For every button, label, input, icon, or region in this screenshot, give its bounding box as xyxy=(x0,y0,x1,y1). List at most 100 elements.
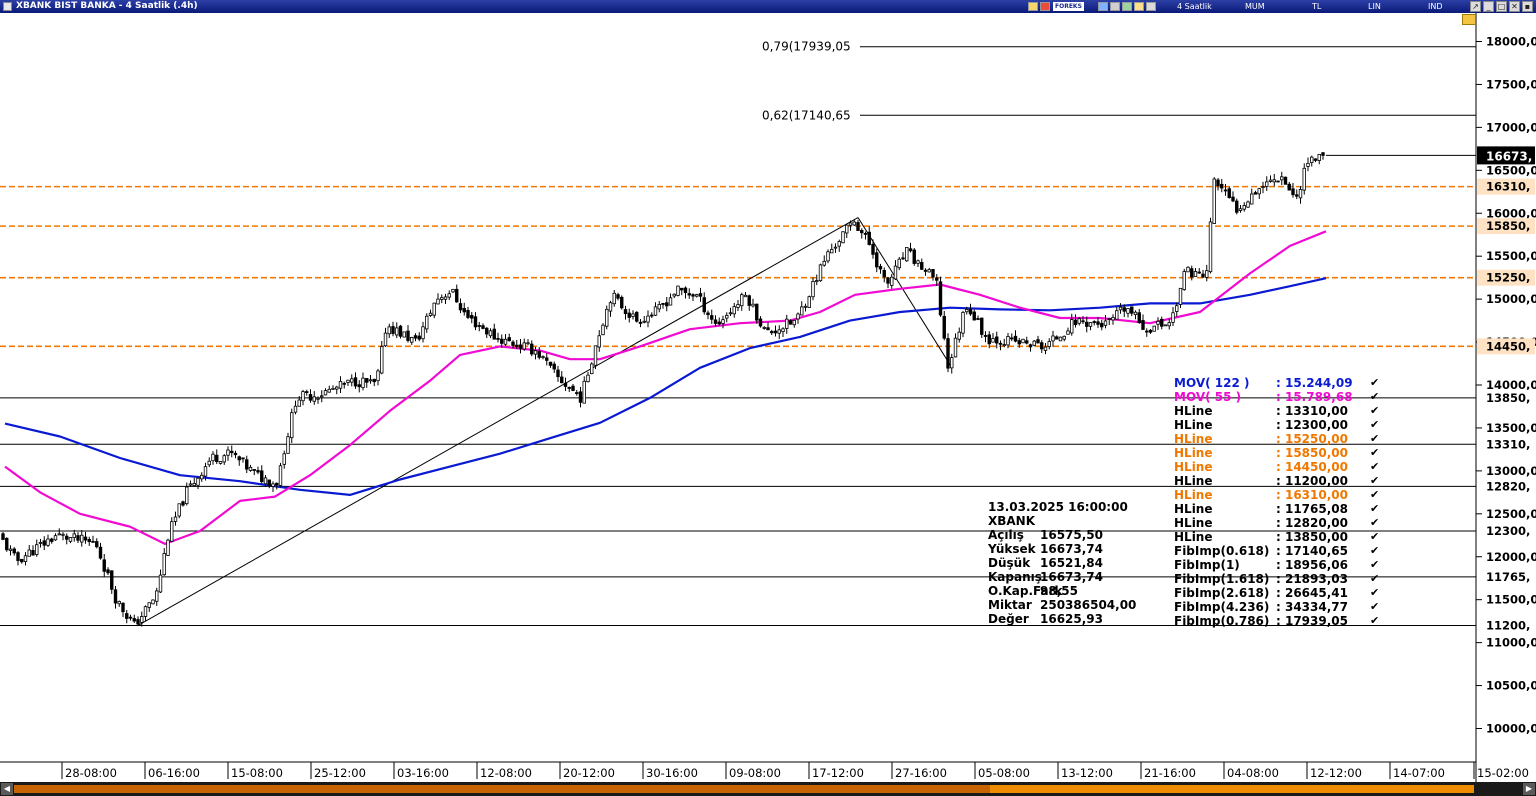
candle[interactable] xyxy=(676,285,680,297)
pin-icon[interactable]: ▪ xyxy=(1522,1,1533,12)
candle[interactable] xyxy=(402,331,406,338)
candle[interactable] xyxy=(1276,180,1280,183)
candle[interactable] xyxy=(151,599,155,605)
legend-row[interactable]: HLine: 11765,08 ✔ xyxy=(1174,502,1384,516)
legend-row[interactable]: FibImp(0.618): 17140,65 ✔ xyxy=(1174,544,1384,558)
x-tick-label: 09-08:00 xyxy=(729,766,781,780)
lock-icon[interactable] xyxy=(1462,14,1476,25)
candle[interactable] xyxy=(605,305,609,330)
candle[interactable] xyxy=(1152,325,1156,332)
open-icon[interactable] xyxy=(1028,2,1038,11)
legend-row[interactable]: HLine: 12820,00 ✔ xyxy=(1174,516,1384,530)
candle[interactable] xyxy=(590,362,594,375)
candle[interactable] xyxy=(1182,268,1186,291)
candle[interactable] xyxy=(1212,177,1216,224)
grid-icon[interactable] xyxy=(1098,2,1108,11)
visibility-check-icon[interactable]: ✔ xyxy=(1370,432,1379,446)
candle[interactable] xyxy=(841,231,845,244)
scroll-thumb[interactable] xyxy=(990,785,1474,793)
visibility-check-icon[interactable]: ✔ xyxy=(1370,530,1379,544)
legend-row[interactable]: MOV( 55 ): 15.789,68 ✔ xyxy=(1174,390,1384,404)
candle[interactable] xyxy=(961,310,965,338)
visibility-check-icon[interactable]: ✔ xyxy=(1370,460,1379,474)
close-icon[interactable]: ✕ xyxy=(1509,1,1520,12)
candle[interactable] xyxy=(1163,324,1168,327)
legend-row[interactable]: FibImp(1): 18956,06 ✔ xyxy=(1174,558,1384,572)
scroll-left-icon[interactable]: ◀ xyxy=(1,783,13,795)
visibility-check-icon[interactable]: ✔ xyxy=(1370,572,1379,586)
visibility-check-icon[interactable]: ✔ xyxy=(1370,474,1379,488)
period-selector[interactable]: 4 Saatlik xyxy=(1177,0,1212,13)
legend-row[interactable]: HLine: 13850,00 ✔ xyxy=(1174,530,1384,544)
print-icon[interactable] xyxy=(1110,2,1120,11)
candle[interactable] xyxy=(1021,338,1025,344)
scale-mode-selector[interactable]: LIN xyxy=(1368,0,1381,13)
legend-row[interactable]: HLine: 11200,00 ✔ xyxy=(1174,474,1384,488)
candle[interactable] xyxy=(1235,198,1239,215)
horizontal-scrollbar[interactable]: ◀ ▶ xyxy=(0,782,1536,796)
candle[interactable] xyxy=(166,538,170,556)
currency-selector[interactable]: TL xyxy=(1312,0,1321,13)
candle[interactable] xyxy=(1302,163,1306,195)
legend-value: : 26645,41 xyxy=(1276,586,1348,600)
candle[interactable] xyxy=(1186,266,1190,273)
visibility-check-icon[interactable]: ✔ xyxy=(1370,586,1379,600)
candle[interactable] xyxy=(826,249,830,264)
search-icon[interactable] xyxy=(1146,2,1156,11)
legend-row[interactable]: FibImp(4.236): 34334,77 ✔ xyxy=(1174,600,1384,614)
visibility-check-icon[interactable]: ✔ xyxy=(1370,390,1379,404)
maximize-icon[interactable]: □ xyxy=(1496,1,1507,12)
candle[interactable] xyxy=(601,323,605,336)
visibility-check-icon[interactable]: ✔ xyxy=(1370,488,1379,502)
candle[interactable] xyxy=(818,263,823,282)
visibility-check-icon[interactable]: ✔ xyxy=(1370,516,1379,530)
legend-row[interactable]: HLine: 12300,00 ✔ xyxy=(1174,418,1384,432)
indicator-menu[interactable]: IND xyxy=(1428,0,1443,13)
visibility-check-icon[interactable]: ✔ xyxy=(1370,376,1379,390)
visibility-check-icon[interactable]: ✔ xyxy=(1370,404,1379,418)
minimize-icon[interactable]: _ xyxy=(1483,1,1494,12)
candle-mode-selector[interactable]: MUM xyxy=(1245,0,1265,13)
legend-row[interactable]: MOV( 122 ): 15.244,09 ✔ xyxy=(1174,376,1384,390)
candle[interactable] xyxy=(1032,340,1036,347)
legend-row[interactable]: FibImp(2.618): 26645,41 ✔ xyxy=(1174,586,1384,600)
candle[interactable] xyxy=(620,295,624,310)
scroll-right-icon[interactable]: ▶ xyxy=(1523,783,1535,795)
candle[interactable] xyxy=(912,248,916,266)
legend-row[interactable]: HLine: 13310,00 ✔ xyxy=(1174,404,1384,418)
legend-row[interactable]: HLine: 15850,00 ✔ xyxy=(1174,446,1384,460)
candle[interactable] xyxy=(946,333,950,373)
candle[interactable] xyxy=(1058,336,1063,342)
restore-icon[interactable]: ↗ xyxy=(1470,1,1481,12)
visibility-check-icon[interactable]: ✔ xyxy=(1370,544,1379,558)
last-price-label: 16673, xyxy=(1486,149,1532,163)
visibility-check-icon[interactable]: ✔ xyxy=(1370,446,1379,460)
candle[interactable] xyxy=(1283,176,1288,185)
visibility-check-icon[interactable]: ✔ xyxy=(1370,418,1379,432)
visibility-check-icon[interactable]: ✔ xyxy=(1370,502,1379,516)
legend-row[interactable]: HLine: 14450,00 ✔ xyxy=(1174,460,1384,474)
candle[interactable] xyxy=(1227,186,1231,199)
legend-row[interactable]: HLine: 16310,00 ✔ xyxy=(1174,488,1384,502)
visibility-check-icon[interactable]: ✔ xyxy=(1370,558,1379,572)
candle[interactable] xyxy=(938,276,943,317)
candle[interactable] xyxy=(398,324,403,339)
candle[interactable] xyxy=(905,246,909,262)
draw-icon[interactable] xyxy=(1122,2,1132,11)
legend-row[interactable]: FibImp(1.618): 21893,03 ✔ xyxy=(1174,572,1384,586)
candle[interactable] xyxy=(807,295,811,308)
visibility-check-icon[interactable]: ✔ xyxy=(1370,600,1379,614)
candle[interactable] xyxy=(177,503,181,519)
candle[interactable] xyxy=(290,408,294,443)
candle[interactable] xyxy=(1246,200,1250,208)
candle[interactable] xyxy=(278,462,283,488)
candle[interactable] xyxy=(5,537,9,552)
candle[interactable] xyxy=(635,311,639,323)
candle[interactable] xyxy=(593,345,598,370)
legend-row[interactable]: FibImp(0.786): 17939,05 ✔ xyxy=(1174,614,1384,628)
visibility-check-icon[interactable]: ✔ xyxy=(1370,614,1379,628)
candle[interactable] xyxy=(1208,217,1213,274)
record-icon[interactable] xyxy=(1040,2,1050,11)
legend-row[interactable]: HLine: 15250,00 ✔ xyxy=(1174,432,1384,446)
tool-icon[interactable] xyxy=(1134,2,1144,11)
